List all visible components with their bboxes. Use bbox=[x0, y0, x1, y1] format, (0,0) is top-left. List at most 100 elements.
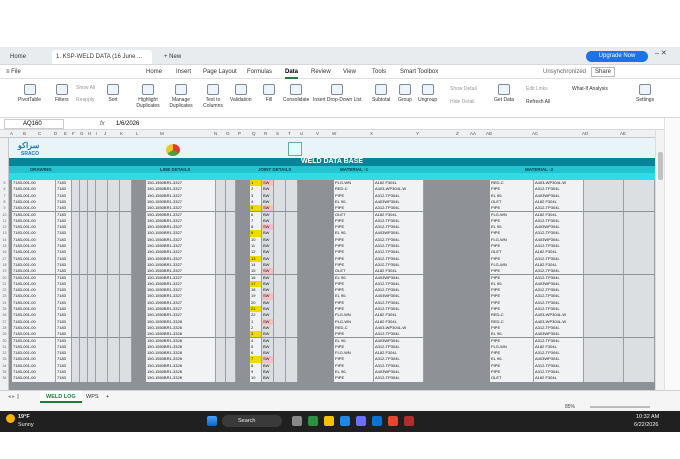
cell-m1[interactable]: PIPE bbox=[334, 375, 374, 382]
column-header[interactable]: W bbox=[332, 131, 336, 136]
settings-button[interactable]: Settings bbox=[636, 84, 654, 103]
show-detail-button[interactable]: Show Detail bbox=[450, 86, 477, 92]
column-header[interactable]: Z bbox=[456, 131, 459, 136]
column-header[interactable]: O bbox=[226, 131, 230, 136]
column-header[interactable]: X bbox=[370, 131, 373, 136]
file-explorer-icon[interactable] bbox=[324, 416, 334, 426]
reapply-button[interactable]: Reapply bbox=[76, 97, 94, 103]
column-header[interactable]: AA bbox=[470, 131, 476, 136]
add-sheet-button[interactable]: + bbox=[100, 391, 115, 403]
sheet-nav-arrows[interactable]: ◂ ▸ ⟫ bbox=[2, 391, 26, 403]
column-header[interactable]: AE bbox=[620, 131, 626, 136]
fill-button[interactable]: Fill bbox=[263, 84, 275, 103]
formula-input[interactable]: 1/6/2026 bbox=[116, 118, 139, 130]
wps-icon[interactable] bbox=[404, 416, 414, 426]
cell-x[interactable] bbox=[120, 375, 132, 382]
column-header[interactable]: Y bbox=[416, 131, 419, 136]
windows-start-icon[interactable] bbox=[207, 416, 217, 426]
validation-button[interactable]: Validation bbox=[230, 84, 252, 103]
column-header[interactable]: I bbox=[96, 131, 97, 136]
consolidate-button[interactable]: Consolidate bbox=[283, 84, 309, 103]
cell-x[interactable] bbox=[584, 375, 624, 382]
menu-insert[interactable]: Insert bbox=[176, 65, 191, 79]
pivot-table-button[interactable]: PivotTable bbox=[18, 84, 41, 103]
fx-icon[interactable]: fx bbox=[100, 118, 105, 130]
cell-x[interactable] bbox=[96, 375, 108, 382]
cell-x[interactable] bbox=[88, 375, 96, 382]
column-header[interactable]: N bbox=[214, 131, 217, 136]
cell-dwg[interactable]: 7183-001-00 bbox=[12, 375, 56, 382]
cell-x[interactable] bbox=[108, 375, 120, 382]
share-button[interactable]: Share bbox=[591, 67, 616, 77]
table-row[interactable]: 7183-001-00 7183 150-1550BR1-3328 10 BW PIPE A… bbox=[9, 375, 655, 382]
task-view-icon[interactable] bbox=[292, 416, 302, 426]
column-header[interactable]: AC bbox=[532, 131, 538, 136]
column-header[interactable]: E bbox=[64, 131, 67, 136]
column-header[interactable]: G bbox=[80, 131, 84, 136]
column-header[interactable]: J bbox=[104, 131, 106, 136]
column-header[interactable]: V bbox=[316, 131, 319, 136]
chrome-icon[interactable] bbox=[388, 416, 398, 426]
column-header[interactable]: A bbox=[10, 131, 13, 136]
get-data-button[interactable]: Get Data bbox=[494, 84, 514, 103]
ungroup-button[interactable]: Ungroup bbox=[418, 84, 437, 103]
manage-duplicates-button[interactable]: Manage Duplicates bbox=[167, 84, 195, 109]
menu-formulas[interactable]: Formulas bbox=[247, 65, 272, 79]
refresh-all-button[interactable]: Refresh All bbox=[526, 99, 550, 105]
cell-x[interactable] bbox=[80, 375, 88, 382]
subtotal-button[interactable]: Subtotal bbox=[372, 84, 390, 103]
app-icon[interactable] bbox=[308, 416, 318, 426]
edit-links-button[interactable]: Edit Links bbox=[526, 86, 548, 92]
vertical-scrollbar[interactable] bbox=[655, 130, 664, 390]
column-header[interactable]: K bbox=[120, 131, 123, 136]
column-header[interactable]: P bbox=[238, 131, 241, 136]
filters-button[interactable]: Filters bbox=[55, 84, 69, 103]
row-number[interactable]: 36 bbox=[0, 375, 9, 381]
tab-spreadsheet[interactable]: 1. KSP-WELD DATA (16 June ... bbox=[52, 50, 152, 64]
zoom-slider[interactable] bbox=[590, 406, 650, 408]
cell-x[interactable] bbox=[226, 375, 236, 382]
column-header[interactable]: R bbox=[264, 131, 267, 136]
what-if-button[interactable]: What-If Analysis bbox=[572, 86, 608, 92]
text-to-columns-button[interactable]: Text to Columns bbox=[200, 84, 226, 109]
column-header[interactable]: B bbox=[23, 131, 26, 136]
edge-icon[interactable] bbox=[340, 416, 350, 426]
scrollbar-thumb[interactable] bbox=[658, 152, 663, 180]
column-header[interactable]: S bbox=[276, 131, 279, 136]
window-controls[interactable]: – ✕ bbox=[655, 49, 667, 57]
cell-s2[interactable]: A182 F304L bbox=[534, 375, 584, 382]
column-header[interactable]: D bbox=[54, 131, 57, 136]
menu-file[interactable]: ≡ File bbox=[6, 65, 21, 79]
column-header[interactable]: Q bbox=[252, 131, 256, 136]
cell-x[interactable] bbox=[72, 375, 80, 382]
show-all-button[interactable]: Show All bbox=[76, 85, 95, 91]
column-header[interactable]: H bbox=[88, 131, 91, 136]
cell-m2[interactable]: OLET bbox=[490, 375, 534, 382]
column-header[interactable]: U bbox=[300, 131, 303, 136]
column-header[interactable]: M bbox=[160, 131, 164, 136]
tab-home[interactable]: Home bbox=[6, 50, 30, 64]
mail-icon[interactable] bbox=[372, 416, 382, 426]
upgrade-button[interactable]: Upgrade Now bbox=[586, 51, 648, 62]
column-header[interactable]: AB bbox=[486, 131, 492, 136]
sort-button[interactable]: Sort bbox=[107, 84, 119, 103]
column-header[interactable]: L bbox=[136, 131, 139, 136]
sheet-tab-weld-log[interactable]: WELD LOG bbox=[40, 391, 82, 403]
column-header[interactable]: F bbox=[72, 131, 75, 136]
name-box[interactable]: AQ160 bbox=[4, 119, 64, 129]
highlight-duplicates-button[interactable]: Highlight Duplicates bbox=[134, 84, 162, 109]
cell-x[interactable] bbox=[274, 375, 286, 382]
column-header[interactable]: T bbox=[288, 131, 291, 136]
menu-tools[interactable]: Tools bbox=[372, 65, 386, 79]
cell-line[interactable]: 150-1550BR1-3328 bbox=[146, 375, 216, 382]
cell-jt[interactable]: 10 bbox=[250, 375, 262, 382]
cell-ty[interactable]: BW bbox=[262, 375, 274, 382]
menu-page-layout[interactable]: Page Layout bbox=[203, 65, 237, 79]
insert-dropdown-button[interactable]: Insert Drop-Down List bbox=[313, 84, 361, 103]
hide-detail-button[interactable]: Hide Detail bbox=[450, 99, 474, 105]
column-header[interactable]: AD bbox=[582, 131, 588, 136]
column-header[interactable]: C bbox=[38, 131, 41, 136]
cell-s1[interactable]: A312-TP304L bbox=[374, 375, 424, 382]
zoom-level[interactable]: 85% bbox=[565, 403, 575, 411]
cell-c[interactable]: 7183 bbox=[56, 375, 72, 382]
